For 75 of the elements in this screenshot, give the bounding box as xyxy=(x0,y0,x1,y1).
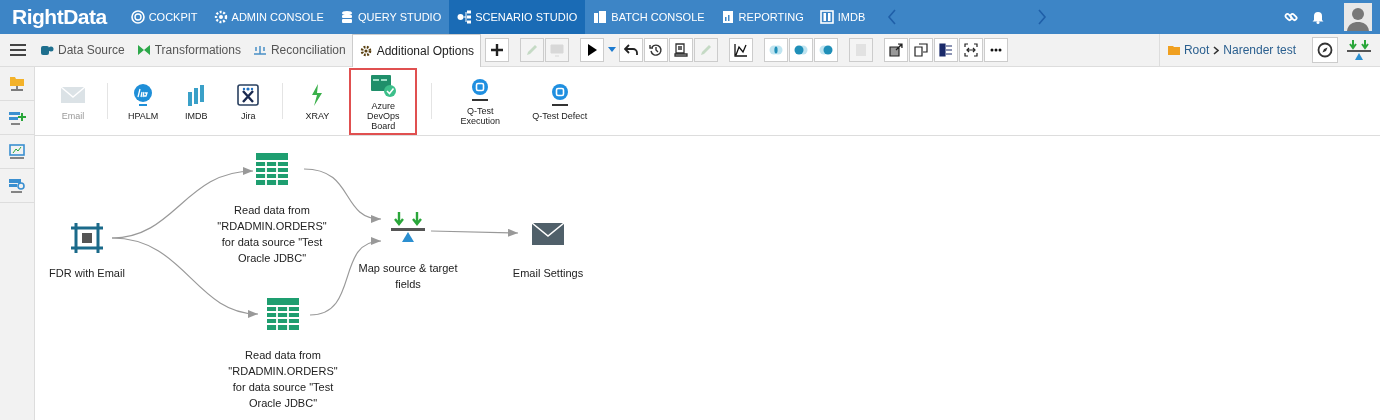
nav-item[interactable]: QUERY STUDIO xyxy=(331,0,450,34)
logo[interactable]: RightData xyxy=(0,5,123,29)
target-icon xyxy=(130,10,145,24)
pencil-icon xyxy=(525,43,540,57)
tab[interactable]: Reconciliation xyxy=(246,34,352,66)
compass-button[interactable] xyxy=(1312,37,1338,63)
option-button[interactable]: HPALM xyxy=(122,77,165,125)
option-button[interactable]: Q-Test Defect xyxy=(526,77,594,125)
option-button[interactable]: Q-Test Execution xyxy=(446,72,515,130)
plus-icon xyxy=(490,43,505,57)
balance-icon[interactable] xyxy=(1346,39,1372,61)
node-label: FDR with Email xyxy=(49,266,125,281)
dropdown-caret-icon[interactable] xyxy=(608,47,617,53)
nav-item[interactable]: IMDB xyxy=(811,0,874,34)
copy-icon xyxy=(914,43,929,57)
tab[interactable]: Transformations xyxy=(130,34,247,66)
option-button[interactable]: IMDB xyxy=(176,77,217,125)
tab[interactable]: Data Source xyxy=(34,34,131,66)
export-icon xyxy=(889,43,904,57)
folder-icon xyxy=(1167,45,1180,55)
flow-icon xyxy=(457,10,472,24)
node-label: Read data from "RDADMIN.ORDERS" for data source "Test Oracle JDBC" xyxy=(216,203,328,266)
undo-icon xyxy=(624,43,639,57)
menu-icon[interactable] xyxy=(10,43,26,57)
right-join-icon xyxy=(819,43,834,57)
nav-item[interactable]: REPORTING xyxy=(712,0,812,34)
link-icon[interactable] xyxy=(1284,10,1298,24)
history-icon xyxy=(649,43,664,57)
user-avatar[interactable] xyxy=(1344,3,1372,31)
book-icon xyxy=(593,10,608,24)
nav-item[interactable]: BATCH CONSOLE xyxy=(585,0,713,34)
database-icon xyxy=(40,44,54,56)
chevron-right-icon xyxy=(1213,45,1220,55)
tool-button[interactable] xyxy=(884,38,909,62)
folder-icon xyxy=(8,75,26,92)
tool-button[interactable] xyxy=(959,38,984,62)
left-join-icon xyxy=(794,43,809,57)
tool-button[interactable] xyxy=(934,38,959,62)
tool-button[interactable] xyxy=(485,38,510,62)
fit-icon xyxy=(964,43,979,57)
nav-item[interactable]: COCKPIT xyxy=(122,0,206,34)
monitor-icon xyxy=(8,143,26,160)
breadcrumb-link[interactable]: Root xyxy=(1183,43,1210,57)
tool-button[interactable] xyxy=(729,38,754,62)
option-button[interactable]: XRAY xyxy=(297,77,338,125)
chart-icon xyxy=(734,43,749,57)
tab[interactable]: Additional Options xyxy=(351,33,482,67)
report-icon xyxy=(720,10,735,24)
tool-button[interactable] xyxy=(619,38,644,62)
breadcrumb-current: Narender test xyxy=(1223,43,1296,57)
columns-icon xyxy=(819,10,834,24)
node-label: Map source & target fields xyxy=(357,261,459,292)
node-label: Read data from "RDADMIN.ORDERS" for data source "Test Oracle JDBC" xyxy=(227,348,339,411)
split-icon xyxy=(939,43,954,57)
tool-button[interactable] xyxy=(580,38,605,62)
pencil-icon xyxy=(699,43,714,57)
option-button[interactable]: Jira xyxy=(228,77,269,125)
tool-button[interactable] xyxy=(669,38,694,62)
option-button[interactable]: Azure DevOps Board xyxy=(349,67,418,135)
bowtie-icon xyxy=(136,44,151,56)
nav-item[interactable]: ADMIN CONSOLE xyxy=(205,0,332,34)
add-list-icon xyxy=(8,109,26,126)
database-icon xyxy=(339,10,354,24)
settings-icon xyxy=(8,177,26,194)
nav-item[interactable]: SCENARIO STUDIO xyxy=(449,0,586,34)
tool-button[interactable] xyxy=(644,38,669,62)
scale-icon xyxy=(252,44,267,56)
monitor-icon xyxy=(550,43,565,57)
gear-icon xyxy=(358,44,373,57)
node-label: Email Settings xyxy=(512,266,584,281)
notification-bell-icon[interactable] xyxy=(1312,10,1324,24)
inner-join-icon xyxy=(769,43,784,57)
report-icon xyxy=(674,43,689,57)
compass-icon xyxy=(1317,42,1333,58)
gear-icon xyxy=(213,10,228,24)
